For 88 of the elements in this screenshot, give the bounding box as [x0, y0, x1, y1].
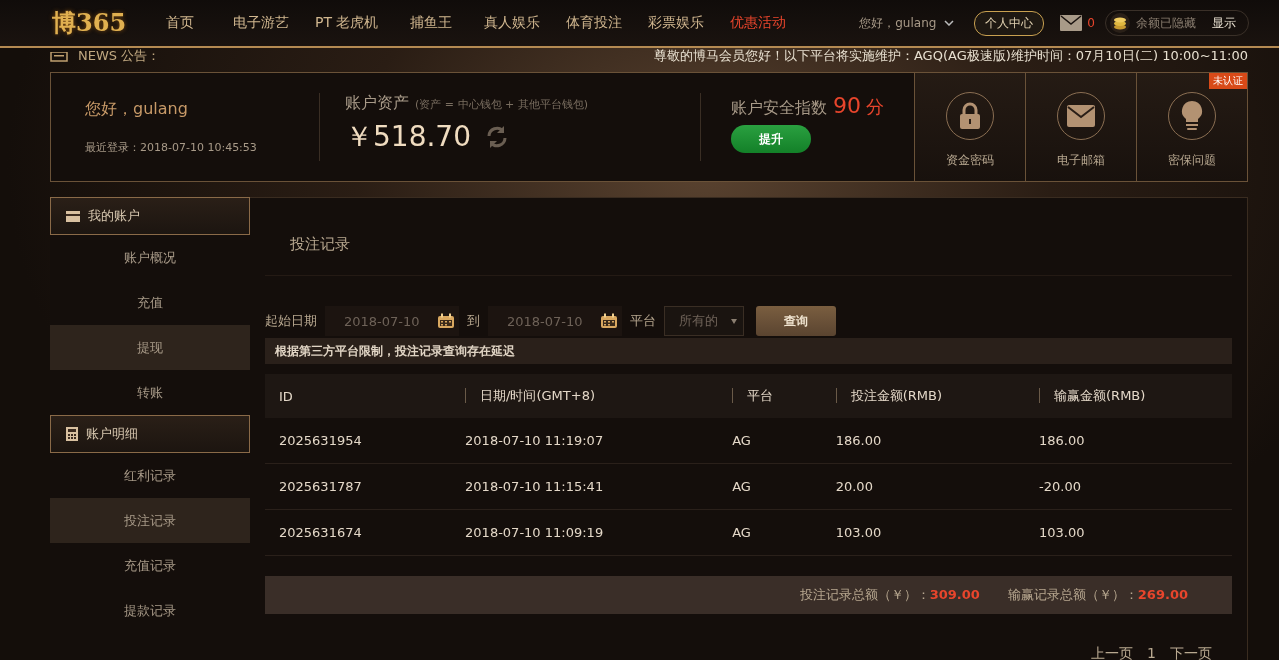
query-button[interactable]: 查询: [756, 306, 836, 336]
nav-link[interactable]: 电子游艺: [220, 14, 302, 32]
table-cell: 186.00: [1039, 433, 1085, 448]
balance-hidden-text: 余额已隐藏: [1136, 14, 1196, 32]
security-score: 90: [833, 93, 861, 118]
next-page-link[interactable]: 下一页: [1170, 645, 1212, 660]
nav-link[interactable]: 真人娱乐: [471, 14, 554, 32]
table-cell: 2025631954: [279, 433, 362, 448]
lock-icon: [958, 102, 982, 130]
message-count: 0: [1087, 16, 1095, 30]
sidebar-item[interactable]: 充值记录: [50, 543, 250, 588]
card-icon: [66, 210, 80, 222]
score-unit: 分: [866, 96, 885, 117]
column-header: 日期/时间(GMT+8): [465, 388, 595, 403]
balance-amount: ￥518.70: [345, 119, 471, 155]
sidebar-item[interactable]: 提现: [50, 325, 250, 370]
chevron-down-icon[interactable]: [944, 20, 955, 26]
column-header: ID: [279, 388, 293, 404]
page-number[interactable]: 1: [1147, 645, 1156, 660]
table-cell: AG: [732, 433, 751, 448]
shortcut-label: 密保问题: [1168, 152, 1216, 169]
news-label: NEWS 公告：: [78, 49, 161, 62]
table-cell: 2025631674: [279, 525, 362, 540]
to-label: 到: [467, 312, 480, 330]
nav-link[interactable]: PT 老虎机: [302, 14, 392, 32]
coins-icon: [1110, 13, 1130, 33]
column-header: 输赢金额(RMB): [1039, 388, 1146, 403]
column-header: 平台: [732, 388, 774, 403]
assets-label: 账户资产: [345, 93, 409, 112]
calculator-icon: [66, 427, 78, 441]
table-cell: 186.00: [835, 433, 882, 448]
start-date-label: 起始日期: [265, 312, 317, 330]
nav-link[interactable]: 捕鱼王: [391, 14, 472, 32]
sidebar-item[interactable]: 账户概况: [50, 235, 250, 280]
page-title: 投注记录: [265, 198, 1232, 276]
calendar-icon[interactable]: [437, 313, 455, 329]
refresh-icon[interactable]: [485, 125, 509, 149]
show-balance-link[interactable]: 显示: [1212, 14, 1236, 32]
nav-link[interactable]: 体育投注: [553, 14, 636, 32]
nav-link[interactable]: 首页: [140, 14, 220, 32]
sidebar-item[interactable]: 转账: [50, 370, 250, 415]
table-cell: AG: [732, 525, 751, 540]
column-header: 投注金额(RMB): [835, 388, 942, 403]
menu-section-header[interactable]: 我的账户: [50, 197, 250, 235]
user-greeting[interactable]: 您好，gulang: [859, 14, 937, 32]
table-cell: 2025631787: [279, 479, 362, 494]
bet-total: 投注记录总额（￥）：309.00: [799, 586, 980, 604]
upgrade-button[interactable]: 提升: [731, 125, 811, 153]
table-cell: 2018-07-10 11:15:41: [465, 479, 604, 494]
nav-link[interactable]: 彩票娱乐: [635, 14, 718, 32]
news-icon: [50, 52, 68, 62]
status-badge: 未认证: [1209, 73, 1247, 89]
personal-center-button[interactable]: 个人中心: [974, 10, 1045, 36]
logo[interactable]: 博365: [52, 3, 140, 43]
calendar-icon[interactable]: [600, 313, 618, 329]
nav-link[interactable]: 优惠活动: [717, 14, 800, 32]
envelope-icon[interactable]: [1060, 15, 1083, 31]
user-greeting: 您好，gulang: [85, 99, 189, 120]
security-label: 账户安全指数: [731, 98, 827, 117]
table-cell: 103.00: [835, 525, 882, 540]
shortcut-tile[interactable]: 电子邮箱: [1025, 73, 1136, 181]
shortcut-tile[interactable]: 资金密码: [914, 73, 1025, 181]
table-cell: AG: [732, 479, 751, 494]
assets-note: (资产 = 中心钱包 + 其他平台钱包): [415, 98, 588, 111]
sidebar-item[interactable]: 充值: [50, 280, 250, 325]
shortcut-label: 资金密码: [946, 152, 994, 169]
table-cell: 103.00: [1039, 525, 1085, 540]
dropdown-arrow-icon[interactable]: [731, 318, 737, 324]
section-title: 我的账户: [88, 207, 140, 225]
shortcut-tile[interactable]: 未认证 密保问题: [1136, 73, 1247, 181]
delay-notice: 根据第三方平台限制，投注记录查询存在延迟: [265, 338, 1232, 364]
sidebar-item[interactable]: 提款记录: [50, 588, 250, 633]
shortcut-label: 电子邮箱: [1057, 152, 1105, 169]
sidebar-item[interactable]: 投注记录: [50, 498, 250, 543]
section-title: 账户明细: [86, 425, 138, 443]
news-ticker[interactable]: 尊敬的博马会员您好！以下平台将实施维护：AGQ(AG极速版)维护时间：07月10日(二) 10:00~11:00: [653, 49, 1248, 62]
last-login: 最近登录：2018-07-10 10:45:53: [85, 140, 258, 155]
table-cell: 20.00: [835, 479, 873, 494]
sidebar-item[interactable]: 红利记录: [50, 453, 250, 498]
platform-label: 平台: [630, 312, 656, 330]
menu-section-header[interactable]: 账户明细: [50, 415, 250, 453]
table-cell: 2018-07-10 11:09:19: [465, 525, 604, 540]
prev-page-link[interactable]: 上一页: [1091, 645, 1134, 660]
lightbulb-icon: [1181, 101, 1203, 131]
envelope-icon: [1067, 105, 1095, 127]
table-cell: 2018-07-10 11:19:07: [465, 433, 604, 448]
table-cell: -20.00: [1039, 479, 1081, 494]
win-total: 输赢记录总额（￥）：269.00: [1007, 586, 1188, 604]
